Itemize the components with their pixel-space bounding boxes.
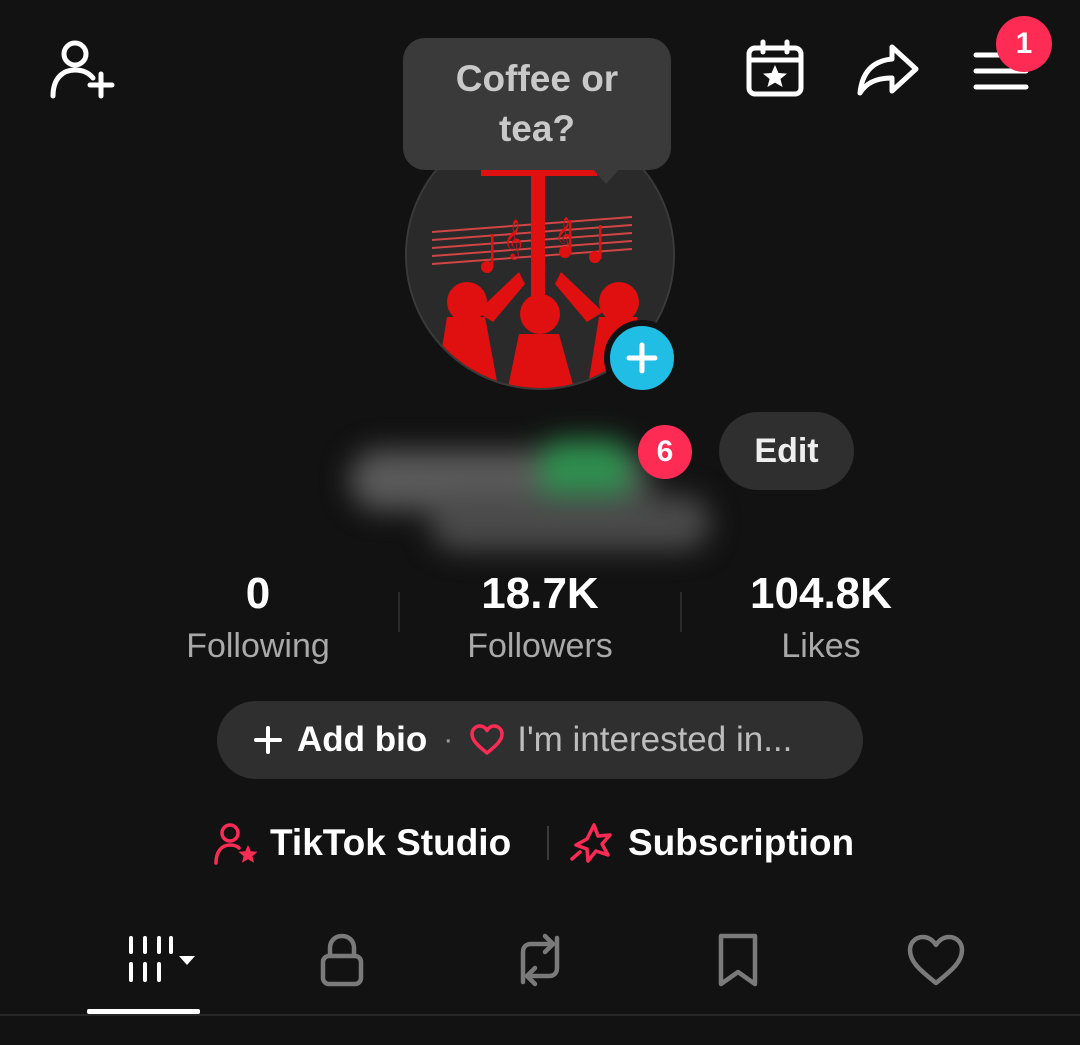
- lock-icon: [320, 933, 364, 987]
- tiktok-studio-button[interactable]: [212, 821, 260, 867]
- add-friend-button[interactable]: [40, 34, 120, 104]
- creator-links: TikTok Studio Subscription: [0, 815, 1080, 871]
- tab-favorites[interactable]: [683, 920, 793, 1000]
- tab-videos[interactable]: [100, 920, 210, 1000]
- edit-profile-button[interactable]: Edit: [719, 412, 854, 490]
- svg-text:𝄞: 𝄞: [555, 217, 573, 253]
- bio-separator: ·: [443, 723, 454, 756]
- stat-value: 18.7K: [481, 569, 599, 618]
- share-button[interactable]: [850, 34, 926, 104]
- bio-pill: Add bio · I'm interested in...: [217, 701, 863, 779]
- videos-grid-icon: [129, 936, 195, 982]
- calendar-star-icon: [746, 39, 804, 97]
- stat-followers[interactable]: 18.7K Followers: [410, 566, 670, 670]
- subscription-star-icon: [570, 823, 612, 863]
- tab-liked[interactable]: [881, 920, 991, 1000]
- stat-label: Likes: [781, 627, 861, 665]
- stat-divider: [680, 592, 682, 632]
- interests-button[interactable]: I'm interested in...: [469, 720, 792, 760]
- stat-likes[interactable]: 104.8K Likes: [691, 566, 951, 670]
- tab-private[interactable]: [287, 920, 397, 1000]
- stat-label: Following: [186, 627, 330, 665]
- heart-icon: [907, 934, 965, 986]
- add-bio-button[interactable]: Add bio: [253, 720, 427, 760]
- subscription-label[interactable]: Subscription: [628, 815, 854, 871]
- plus-icon: [254, 726, 282, 754]
- share-icon: [857, 44, 919, 96]
- links-divider: [547, 826, 549, 860]
- bubble-text: Coffee or tea?: [455, 58, 619, 149]
- tiktok-studio-label[interactable]: TikTok Studio: [270, 815, 511, 871]
- stat-value: 0: [245, 569, 271, 618]
- add-avatar-button[interactable]: [604, 320, 680, 396]
- profile-badge: 6: [638, 425, 692, 479]
- stat-label: Followers: [467, 627, 613, 665]
- tab-reposts[interactable]: [485, 920, 595, 1000]
- tabs-divider: [0, 1014, 1080, 1016]
- studio-icon: [214, 823, 258, 865]
- status-bubble[interactable]: Coffee or tea?: [403, 38, 671, 170]
- add-friend-icon: [50, 40, 115, 99]
- stat-value: 104.8K: [750, 569, 892, 618]
- plus-icon: [626, 342, 658, 374]
- calendar-button[interactable]: [738, 34, 812, 104]
- notification-badge: 1: [996, 16, 1052, 72]
- stat-following[interactable]: 0 Following: [128, 566, 388, 670]
- heart-outline-icon: [470, 724, 504, 755]
- add-bio-label: Add bio: [297, 720, 428, 759]
- subscription-button[interactable]: [568, 819, 618, 867]
- interests-label: I'm interested in...: [517, 720, 793, 759]
- bookmark-icon: [718, 933, 758, 987]
- bubble-tail: [590, 166, 622, 184]
- svg-text:𝄞: 𝄞: [503, 219, 523, 260]
- stat-divider: [398, 592, 400, 632]
- repost-icon: [520, 933, 560, 987]
